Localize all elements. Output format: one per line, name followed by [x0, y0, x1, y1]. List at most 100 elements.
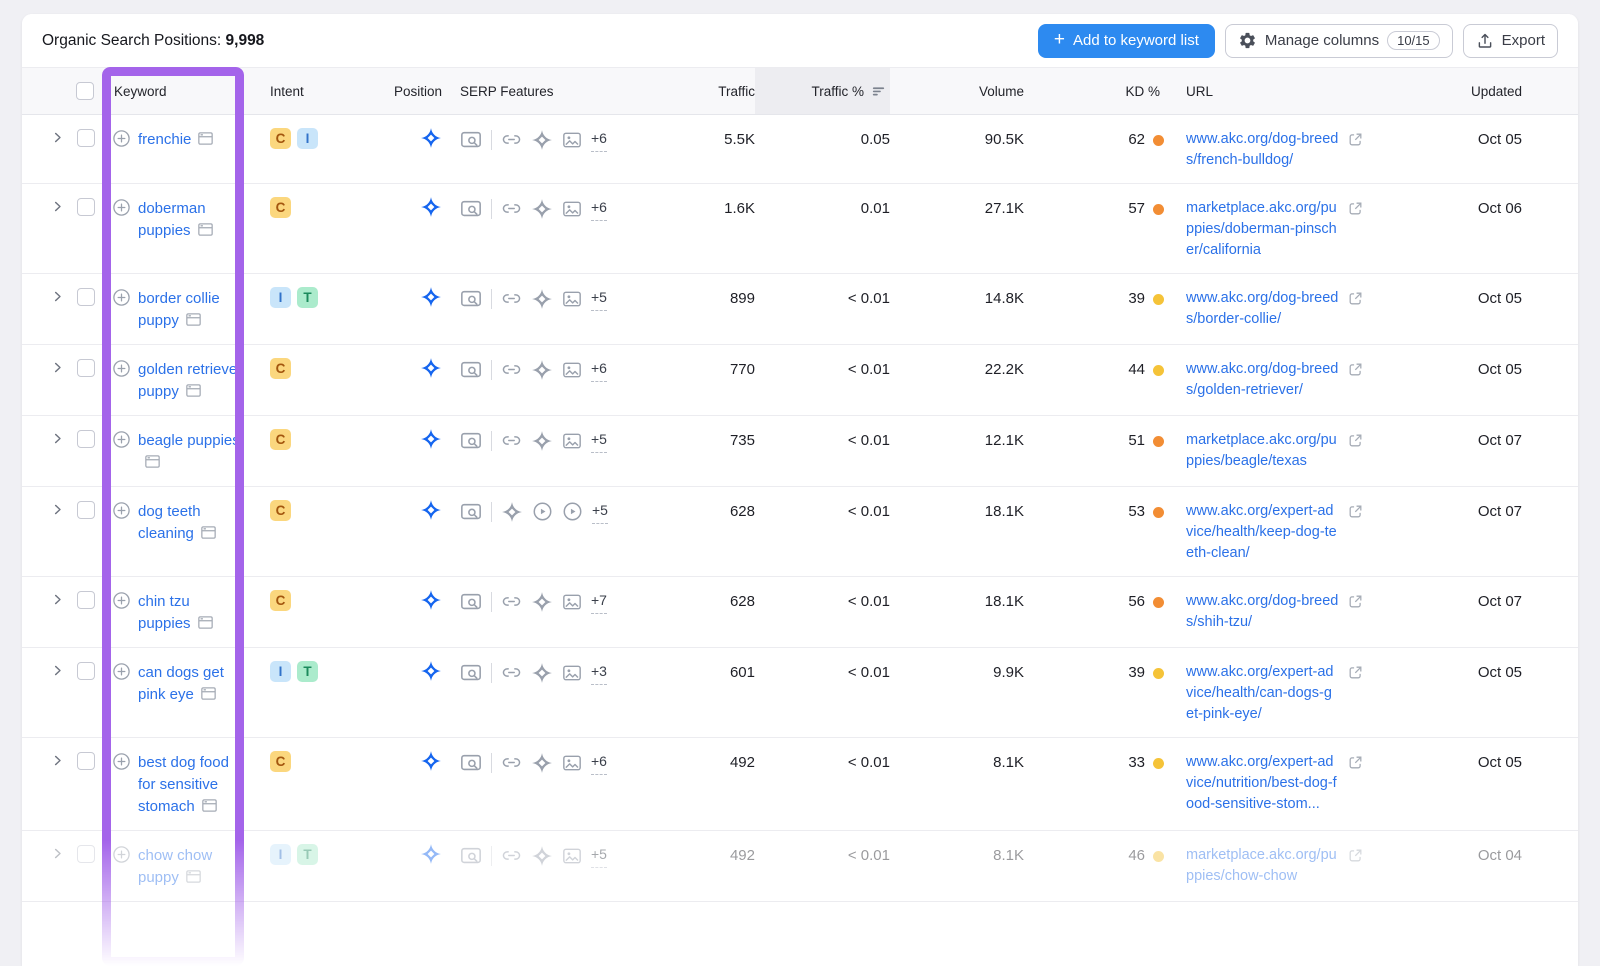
external-link-icon[interactable]	[1347, 503, 1364, 564]
chevron-right-icon[interactable]	[50, 663, 76, 678]
row-checkbox[interactable]	[77, 359, 95, 377]
serp-preview-icon[interactable]	[460, 359, 482, 381]
url-link[interactable]: marketplace.akc.org/puppies/beagle/texas	[1186, 430, 1339, 472]
column-header-position[interactable]: Position	[352, 68, 442, 114]
url-link[interactable]: www.akc.org/expert-advice/health/keep-do…	[1186, 501, 1339, 564]
row-checkbox[interactable]	[77, 198, 95, 216]
keyword-link[interactable]: frenchie	[138, 131, 191, 148]
export-button[interactable]: Export	[1463, 24, 1558, 58]
url-link[interactable]: www.akc.org/dog-breeds/golden-retriever/	[1186, 359, 1339, 401]
row-checkbox[interactable]	[77, 129, 95, 147]
keyword-link[interactable]: chin tzu puppies	[138, 593, 191, 632]
serp-preview-icon[interactable]	[460, 501, 482, 523]
column-header-serp-features[interactable]: SERP Features	[442, 68, 622, 114]
serp-snapshot-icon[interactable]	[200, 685, 217, 702]
chevron-right-icon[interactable]	[50, 753, 76, 768]
external-link-icon[interactable]	[1347, 593, 1364, 633]
row-checkbox[interactable]	[77, 662, 95, 680]
url-link[interactable]: marketplace.akc.org/puppies/chow-chow	[1186, 845, 1339, 887]
serp-more-link[interactable]: +5	[591, 843, 607, 868]
row-checkbox[interactable]	[77, 591, 95, 609]
serp-snapshot-icon[interactable]	[185, 382, 202, 399]
column-header-kd[interactable]: KD %	[1024, 68, 1168, 114]
chevron-right-icon[interactable]	[50, 592, 76, 607]
serp-snapshot-icon[interactable]	[200, 524, 217, 541]
chevron-right-icon[interactable]	[50, 502, 76, 517]
serp-more-link[interactable]: +3	[591, 660, 607, 685]
add-keyword-icon[interactable]	[112, 288, 131, 307]
serp-more-link[interactable]: +5	[591, 428, 607, 453]
url-link[interactable]: www.akc.org/dog-breeds/border-collie/	[1186, 288, 1339, 330]
serp-snapshot-icon[interactable]	[197, 130, 214, 147]
row-checkbox[interactable]	[77, 288, 95, 306]
column-header-intent[interactable]: Intent	[262, 68, 352, 114]
add-keyword-icon[interactable]	[112, 752, 131, 771]
chevron-right-icon[interactable]	[50, 846, 76, 861]
chevron-right-icon[interactable]	[50, 289, 76, 304]
add-keyword-icon[interactable]	[112, 501, 131, 520]
add-keyword-icon[interactable]	[112, 591, 131, 610]
serp-preview-icon[interactable]	[460, 288, 482, 310]
serp-more-link[interactable]: +6	[591, 357, 607, 382]
column-header-volume[interactable]: Volume	[890, 68, 1024, 114]
add-keyword-icon[interactable]	[112, 129, 131, 148]
manage-columns-button[interactable]: Manage columns 10/15	[1225, 24, 1453, 58]
serp-more-link[interactable]: +6	[591, 196, 607, 221]
url-link[interactable]: www.akc.org/dog-breeds/shih-tzu/	[1186, 591, 1339, 633]
serp-more-link[interactable]: +6	[591, 750, 607, 775]
column-header-traffic[interactable]: Traffic	[622, 68, 755, 114]
serp-preview-icon[interactable]	[460, 752, 482, 774]
url-link[interactable]: marketplace.akc.org/puppies/doberman-pin…	[1186, 198, 1339, 261]
add-keyword-icon[interactable]	[112, 359, 131, 378]
row-checkbox[interactable]	[77, 752, 95, 770]
column-header-traffic-pct[interactable]: Traffic %	[755, 68, 890, 114]
add-keyword-icon[interactable]	[112, 198, 131, 217]
column-header-keyword[interactable]: Keyword	[106, 68, 262, 114]
serp-more-link[interactable]: +7	[591, 589, 607, 614]
row-checkbox[interactable]	[77, 501, 95, 519]
external-link-icon[interactable]	[1347, 847, 1364, 887]
external-link-icon[interactable]	[1347, 361, 1364, 401]
select-all-checkbox[interactable]	[76, 82, 94, 100]
serp-snapshot-icon[interactable]	[144, 453, 161, 470]
row-checkbox[interactable]	[77, 845, 95, 863]
external-link-icon[interactable]	[1347, 200, 1364, 261]
external-link-icon[interactable]	[1347, 131, 1364, 171]
serp-snapshot-icon[interactable]	[185, 311, 202, 328]
keyword-link[interactable]: beagle puppies	[138, 432, 240, 449]
external-link-icon[interactable]	[1347, 754, 1364, 815]
serp-preview-icon[interactable]	[460, 198, 482, 220]
add-keyword-icon[interactable]	[112, 662, 131, 681]
serp-preview-icon[interactable]	[460, 845, 482, 867]
external-link-icon[interactable]	[1347, 432, 1364, 472]
serp-preview-icon[interactable]	[460, 591, 482, 613]
chevron-right-icon[interactable]	[50, 360, 76, 375]
serp-snapshot-icon[interactable]	[201, 797, 218, 814]
chevron-right-icon[interactable]	[50, 431, 76, 446]
keyword-link[interactable]: border collie puppy	[138, 290, 220, 329]
serp-preview-icon[interactable]	[460, 129, 482, 151]
url-link[interactable]: www.akc.org/dog-breeds/french-bulldog/	[1186, 129, 1339, 171]
add-keyword-icon[interactable]	[112, 430, 131, 449]
keyword-link[interactable]: doberman puppies	[138, 200, 206, 239]
serp-more-link[interactable]: +5	[591, 286, 607, 311]
serp-more-link[interactable]: +6	[591, 127, 607, 152]
column-header-updated[interactable]: Updated	[1422, 68, 1538, 114]
column-header-url[interactable]: URL	[1168, 68, 1422, 114]
serp-snapshot-icon[interactable]	[185, 868, 202, 885]
url-link[interactable]: www.akc.org/expert-advice/nutrition/best…	[1186, 752, 1339, 815]
serp-preview-icon[interactable]	[460, 662, 482, 684]
external-link-icon[interactable]	[1347, 290, 1364, 330]
row-checkbox[interactable]	[77, 430, 95, 448]
chevron-right-icon[interactable]	[50, 199, 76, 214]
url-link[interactable]: www.akc.org/expert-advice/health/can-dog…	[1186, 662, 1339, 725]
serp-preview-icon[interactable]	[460, 430, 482, 452]
add-keyword-icon[interactable]	[112, 845, 131, 864]
serp-snapshot-icon[interactable]	[197, 221, 214, 238]
external-link-icon[interactable]	[1347, 664, 1364, 725]
add-to-keyword-list-button[interactable]: + Add to keyword list	[1038, 24, 1215, 58]
chevron-right-icon[interactable]	[50, 130, 76, 145]
serp-more-link[interactable]: +5	[592, 499, 608, 524]
keyword-link[interactable]: dog teeth cleaning	[138, 503, 201, 542]
serp-snapshot-icon[interactable]	[197, 614, 214, 631]
